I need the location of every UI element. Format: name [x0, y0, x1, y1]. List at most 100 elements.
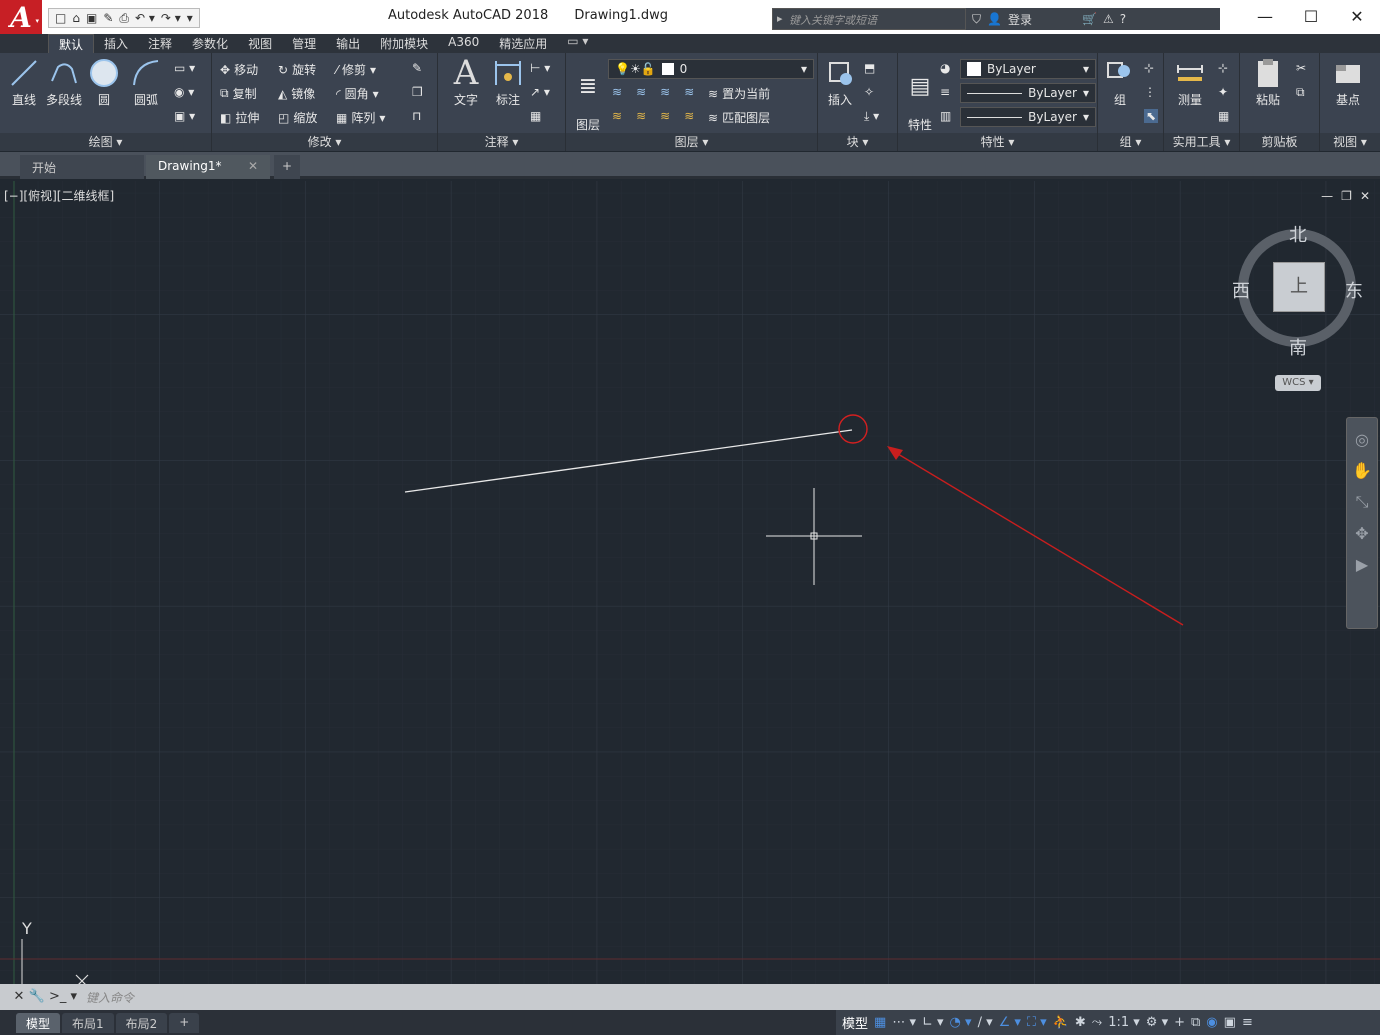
- polar-icon[interactable]: ◔ ▾: [950, 1015, 972, 1030]
- annotation-scale-value[interactable]: 1:1 ▾: [1108, 1015, 1140, 1030]
- showmotion-icon[interactable]: ▶: [1347, 555, 1377, 574]
- tab-output[interactable]: 输出: [326, 34, 370, 53]
- stretch-button[interactable]: ◧ 拉伸: [220, 109, 259, 126]
- tab-manage[interactable]: 管理: [282, 34, 326, 53]
- command-input[interactable]: 键入命令: [86, 989, 1380, 1006]
- leader-icon[interactable]: ↗ ▾: [530, 85, 550, 99]
- redo-icon[interactable]: ↷ ▾: [161, 11, 181, 25]
- properties-panel-title[interactable]: 特性 ▾: [898, 133, 1097, 151]
- group-select-icon[interactable]: ⬉: [1144, 109, 1159, 123]
- tab-layout2[interactable]: 布局2: [115, 1012, 168, 1033]
- match-layer-button[interactable]: ≋ 匹配图层: [708, 109, 770, 126]
- save-icon[interactable]: ▣: [86, 11, 97, 25]
- point-icon[interactable]: ⊹: [1218, 61, 1228, 75]
- new-file-icon[interactable]: □: [55, 11, 66, 25]
- compass-south[interactable]: 南: [1289, 334, 1307, 360]
- copy-clip-icon[interactable]: ⧉: [1296, 85, 1305, 100]
- trim-button[interactable]: ⁄ 修剪 ▾: [336, 61, 376, 78]
- tab-drawing1[interactable]: Drawing1* ✕: [146, 155, 270, 179]
- polyline-button[interactable]: 多段线: [42, 57, 86, 108]
- compass-north[interactable]: 北: [1289, 221, 1307, 247]
- mirror-button[interactable]: ◭ 镜像: [278, 85, 315, 102]
- viewport-restore-button[interactable]: ❐: [1341, 189, 1352, 203]
- model-space-toggle[interactable]: 模型: [842, 1013, 868, 1032]
- group-button[interactable]: 组: [1098, 57, 1142, 108]
- tab-start[interactable]: 开始: [20, 155, 144, 179]
- fillet-button[interactable]: ◜ 圆角 ▾: [336, 85, 379, 102]
- color-dropdown[interactable]: ByLayer ▾: [960, 59, 1096, 79]
- tab-insert[interactable]: 插入: [94, 34, 138, 53]
- quick-select-icon[interactable]: ✦: [1218, 85, 1228, 99]
- ortho-icon[interactable]: ∟ ▾: [922, 1015, 944, 1030]
- close-tab-icon[interactable]: ✕: [248, 159, 258, 173]
- tab-addins[interactable]: 附加模块: [370, 34, 438, 53]
- compass-east[interactable]: 东: [1345, 277, 1363, 303]
- minimize-button[interactable]: —: [1242, 0, 1288, 32]
- tab-layout1[interactable]: 布局1: [62, 1012, 114, 1033]
- paste-button[interactable]: 粘贴: [1246, 57, 1290, 108]
- viewcube[interactable]: 上 北 南 东 西 WCS ▾: [1232, 221, 1364, 391]
- login-button[interactable]: 登录: [1008, 11, 1032, 28]
- open-file-icon[interactable]: ⌂: [72, 11, 80, 25]
- edit-block-icon[interactable]: ✧: [864, 85, 874, 99]
- binoculars-icon[interactable]: ⛉: [972, 12, 981, 27]
- tab-a360[interactable]: A360: [438, 34, 489, 53]
- lineweight-dropdown[interactable]: ByLayer ▾: [960, 107, 1096, 127]
- view-panel-title[interactable]: 视图 ▾: [1320, 133, 1380, 151]
- annotation-panel-title[interactable]: 注释 ▾: [438, 133, 565, 151]
- boundary-icon[interactable]: ▣ ▾: [174, 109, 195, 123]
- create-block-icon[interactable]: ⬒: [864, 61, 875, 75]
- layer-off-icon[interactable]: ≋: [612, 85, 622, 99]
- table-icon[interactable]: ▦: [530, 109, 541, 123]
- layer-on-icon[interactable]: ≋: [612, 109, 622, 123]
- clipboard-panel-title[interactable]: 剪贴板: [1240, 133, 1319, 151]
- drawing-canvas[interactable]: [0, 181, 1380, 984]
- set-current-button[interactable]: ≋ 置为当前: [708, 85, 770, 102]
- circle-button[interactable]: 圆: [82, 57, 126, 108]
- save-as-icon[interactable]: ✎: [103, 11, 113, 25]
- layer-lock-icon[interactable]: ≋: [684, 85, 694, 99]
- groups-panel-title[interactable]: 组 ▾: [1098, 133, 1163, 151]
- search-input[interactable]: 键入关键字或短语: [772, 8, 966, 30]
- dimension-button[interactable]: 标注: [486, 57, 530, 108]
- erase-icon[interactable]: ✎: [412, 61, 422, 75]
- lineweight-icon[interactable]: ≡: [940, 85, 950, 99]
- layer-unisolate-icon[interactable]: ≋: [636, 109, 646, 123]
- annotation-scale-icon[interactable]: ⤳: [1092, 1015, 1102, 1030]
- annotation-monitor-icon[interactable]: +: [1174, 1015, 1185, 1030]
- fullscreen-icon[interactable]: ▣: [1224, 1015, 1236, 1030]
- draw-panel-title[interactable]: 绘图 ▾: [0, 133, 211, 151]
- color-wheel-icon[interactable]: ◕: [940, 61, 950, 75]
- layer-isolate-icon[interactable]: ≋: [636, 85, 646, 99]
- utilities-panel-title[interactable]: 实用工具 ▾: [1164, 133, 1239, 151]
- snap-icon[interactable]: ⋯ ▾: [892, 1015, 916, 1030]
- tab-view[interactable]: 视图: [238, 34, 282, 53]
- viewport-close-button[interactable]: ✕: [1360, 189, 1370, 203]
- help-icon[interactable]: ?: [1120, 12, 1126, 26]
- qat-customize-icon[interactable]: ▾: [187, 11, 193, 25]
- tab-default[interactable]: 默认: [48, 34, 95, 53]
- maximize-button[interactable]: ☐: [1288, 0, 1334, 32]
- object-snap-tracking-icon[interactable]: ∠ ▾: [999, 1015, 1021, 1030]
- object-snap-icon[interactable]: ⛶ ▾: [1027, 1015, 1047, 1030]
- annotation-visibility-icon[interactable]: ⛹: [1053, 1015, 1069, 1030]
- ribbon-minimize-toggle[interactable]: ▭ ▾: [561, 34, 594, 53]
- cut-icon[interactable]: ✂: [1296, 61, 1306, 75]
- layer-dropdown[interactable]: 💡☀🔓 0 ▾: [608, 59, 814, 79]
- exchange-icon[interactable]: ⚠: [1103, 12, 1114, 26]
- undo-icon[interactable]: ↶ ▾: [135, 11, 155, 25]
- pan-icon[interactable]: ✋: [1347, 461, 1377, 480]
- array-button[interactable]: ▦ 阵列 ▾: [336, 109, 385, 126]
- grid-icon[interactable]: ▦: [874, 1015, 886, 1030]
- auto-scale-icon[interactable]: ✱: [1075, 1015, 1086, 1030]
- orbit-icon[interactable]: ✥: [1347, 524, 1377, 543]
- layer-thaw-icon[interactable]: ≋: [660, 109, 670, 123]
- viewcube-top-face[interactable]: 上: [1273, 262, 1325, 312]
- units-icon[interactable]: ⧉: [1191, 1015, 1200, 1030]
- ungroup-icon[interactable]: ⊹: [1144, 61, 1154, 75]
- offset-icon[interactable]: ⊓: [412, 109, 421, 123]
- isodraft-icon[interactable]: ∕ ▾: [978, 1015, 993, 1030]
- steering-wheel-icon[interactable]: ◎: [1347, 430, 1377, 449]
- tab-annotate[interactable]: 注释: [138, 34, 182, 53]
- transparency-icon[interactable]: ▥: [940, 109, 951, 123]
